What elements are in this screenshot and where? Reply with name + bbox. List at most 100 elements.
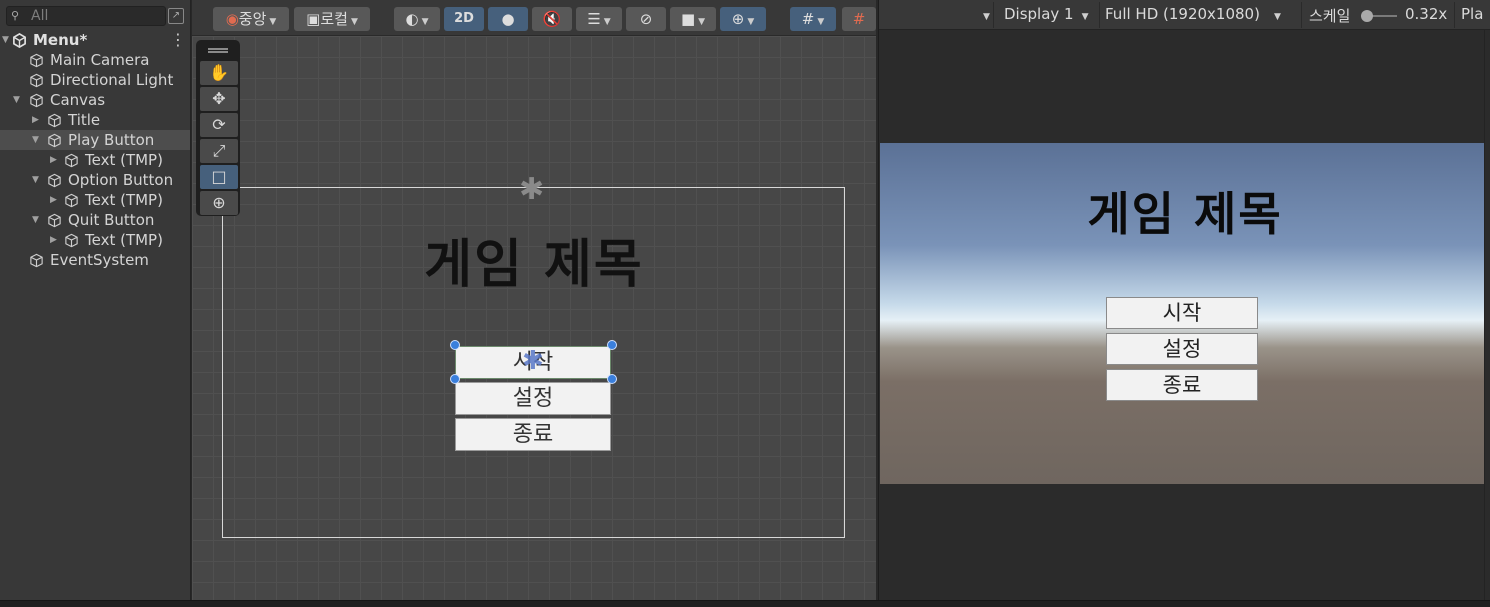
grid-icon: # (801, 10, 815, 28)
hierarchy-item-canvas[interactable]: ▼ Canvas (0, 90, 190, 110)
increment-snapping-icon[interactable]: # (842, 7, 876, 31)
hierarchy-item-text-tmp[interactable]: ▶ Text (TMP) (0, 190, 190, 210)
hierarchy-item-label: EventSystem (50, 251, 149, 269)
hierarchy-item-label: Main Camera (50, 51, 150, 69)
shading-sphere-icon: ◐ (405, 10, 419, 28)
display-label: Display 1 (1004, 5, 1074, 23)
transform-tool-icon[interactable]: ⊕ (200, 191, 238, 215)
scale-tool-icon[interactable]: ⤢ (200, 139, 238, 163)
lighting-toggle-icon[interactable]: ● (488, 7, 528, 31)
scene-title-text[interactable]: 게임 제목 (192, 222, 876, 297)
gameobject-icon (48, 113, 61, 128)
game-view[interactable]: ▼ Display 1 ▼ Full HD (1920x1080) ▼ 스케일 0.… (878, 0, 1490, 600)
rect-handle-bottom-right[interactable] (607, 374, 617, 384)
rect-handle-top-left[interactable] (450, 340, 460, 350)
expand-arrow-icon[interactable]: ▼ (13, 90, 20, 110)
game-option-button[interactable]: 설정 (1106, 333, 1258, 365)
collapse-arrow-icon[interactable]: ▶ (50, 190, 57, 210)
scene-view[interactable]: ◉중앙 ▼ ▣로컬 ▼ ◐ ▼ 2D ● 🔇 ☰ ▼ ⊘ ■ ▼ ⊕ ▼ # ▼ # ✱ 게임… (192, 0, 876, 600)
hierarchy-item-label: Option Button (68, 171, 174, 189)
audio-toggle-icon[interactable]: 🔇 (532, 7, 572, 31)
hierarchy-item-play-button[interactable]: ▼ Play Button (0, 130, 190, 150)
kebab-menu-icon[interactable]: ⋮ (170, 30, 186, 49)
pivot-toggle[interactable]: ◉중앙 ▼ (213, 7, 289, 31)
expand-arrow-icon[interactable]: ▼ (32, 170, 39, 190)
chevron-down-icon: ▼ (698, 17, 706, 27)
gameobject-icon (48, 133, 61, 148)
scene-option-button[interactable]: 설정 (455, 382, 611, 415)
chevron-down-icon: ▼ (350, 17, 358, 27)
effects-layers-icon: ☰ (587, 10, 601, 28)
hierarchy-item-title[interactable]: ▶ Title (0, 110, 190, 130)
hierarchy-item-label: Text (TMP) (85, 231, 163, 249)
rect-tool-icon[interactable]: □ (200, 165, 238, 189)
pivot-anchor-icon[interactable]: ✱ (522, 348, 544, 374)
hierarchy-item-label: Text (TMP) (85, 191, 163, 209)
hand-tool-icon[interactable]: ✋ (200, 61, 238, 85)
play-focus-dropdown[interactable]: Pla (1461, 5, 1483, 23)
gizmos-dropdown[interactable]: ⊕ ▼ (720, 7, 766, 31)
hierarchy-item-text-tmp[interactable]: ▶ Text (TMP) (0, 150, 190, 170)
vertical-scrollbar[interactable] (1484, 30, 1490, 600)
hierarchy-item-option-button[interactable]: ▼ Option Button (0, 170, 190, 190)
gameobject-icon (30, 93, 43, 108)
game-quit-button[interactable]: 종료 (1106, 369, 1258, 401)
collapse-arrow-icon[interactable]: ▶ (32, 110, 39, 130)
toolbar-divider (993, 2, 994, 28)
hierarchy-item-main-camera[interactable]: Main Camera (0, 50, 190, 70)
game-title-text: 게임 제목 (1087, 187, 1283, 241)
2d-mode-toggle[interactable]: 2D (444, 7, 484, 31)
rect-handle-bottom-left[interactable] (450, 374, 460, 384)
pivot-icon: ◉ (225, 10, 239, 28)
toolbar-divider (1301, 2, 1302, 28)
scene-root-item[interactable]: ▼ Menu* (0, 30, 190, 50)
gameobject-icon (48, 173, 61, 188)
chevron-down-icon: ▼ (1273, 12, 1281, 22)
expand-arrow-icon[interactable]: ▼ (32, 130, 39, 150)
pivot-label: 중앙 (238, 10, 267, 28)
collapse-arrow-icon[interactable]: ▶ (50, 230, 57, 250)
game-mode-dropdown[interactable]: ▼ (975, 5, 990, 23)
search-placeholder: All (31, 8, 49, 24)
hierarchy-item-directional-light[interactable]: Directional Light (0, 70, 190, 90)
hidden-objects-toggle-icon[interactable]: ⊘ (626, 7, 666, 31)
expand-arrow-icon[interactable]: ▼ (2, 30, 9, 50)
scene-quit-button[interactable]: 종료 (455, 418, 611, 451)
move-tool-icon[interactable]: ✥ (200, 87, 238, 111)
expand-arrow-icon[interactable]: ▼ (32, 210, 39, 230)
space-label: 로컬 (320, 10, 348, 28)
rotate-tool-icon[interactable]: ⟳ (200, 113, 238, 137)
hierarchy-panel: ⚲ All ↗ ▼ Menu* ⋮ Main Camera Directiona… (0, 0, 191, 600)
chevron-down-icon: ▼ (1081, 12, 1089, 22)
hierarchy-item-eventsystem[interactable]: EventSystem (0, 250, 190, 270)
space-toggle[interactable]: ▣로컬 ▼ (294, 7, 370, 31)
chevron-down-icon: ▼ (603, 17, 611, 27)
scale-label: 스케일 (1309, 7, 1351, 25)
scene-name: Menu* (33, 31, 88, 49)
shading-mode-dropdown[interactable]: ◐ ▼ (394, 7, 440, 31)
camera-settings-dropdown[interactable]: ■ ▼ (670, 7, 716, 31)
local-space-icon: ▣ (306, 10, 321, 28)
game-play-button[interactable]: 시작 (1106, 297, 1258, 329)
collapse-arrow-icon[interactable]: ▶ (50, 150, 57, 170)
hierarchy-item-label: Title (68, 111, 101, 129)
hierarchy-item-quit-button[interactable]: ▼ Quit Button (0, 210, 190, 230)
hierarchy-item-label: Quit Button (68, 211, 155, 229)
resolution-dropdown[interactable]: Full HD (1920x1080) ▼ (1105, 5, 1281, 23)
hierarchy-search-input[interactable]: ⚲ All (6, 6, 166, 26)
scale-slider-thumb[interactable] (1361, 10, 1373, 22)
hierarchy-item-text-tmp[interactable]: ▶ Text (TMP) (0, 230, 190, 250)
rect-pivot-icon: ✱ (519, 172, 545, 207)
resolution-label: Full HD (1920x1080) (1105, 5, 1260, 23)
search-icon: ⚲ (11, 9, 20, 22)
chevron-down-icon: ▼ (269, 17, 277, 27)
display-dropdown[interactable]: Display 1 ▼ (1004, 5, 1089, 23)
hierarchy-item-label: Directional Light (50, 71, 174, 89)
grid-snapping-dropdown[interactable]: # ▼ (790, 7, 836, 31)
drag-handle-icon[interactable] (208, 48, 228, 50)
gameobject-icon (30, 253, 43, 268)
search-options-icon[interactable]: ↗ (168, 8, 184, 24)
rect-handle-top-right[interactable] (607, 340, 617, 350)
tools-overlay: ✋ ✥ ⟳ ⤢ □ ⊕ (196, 40, 240, 216)
effects-dropdown[interactable]: ☰ ▼ (576, 7, 622, 31)
